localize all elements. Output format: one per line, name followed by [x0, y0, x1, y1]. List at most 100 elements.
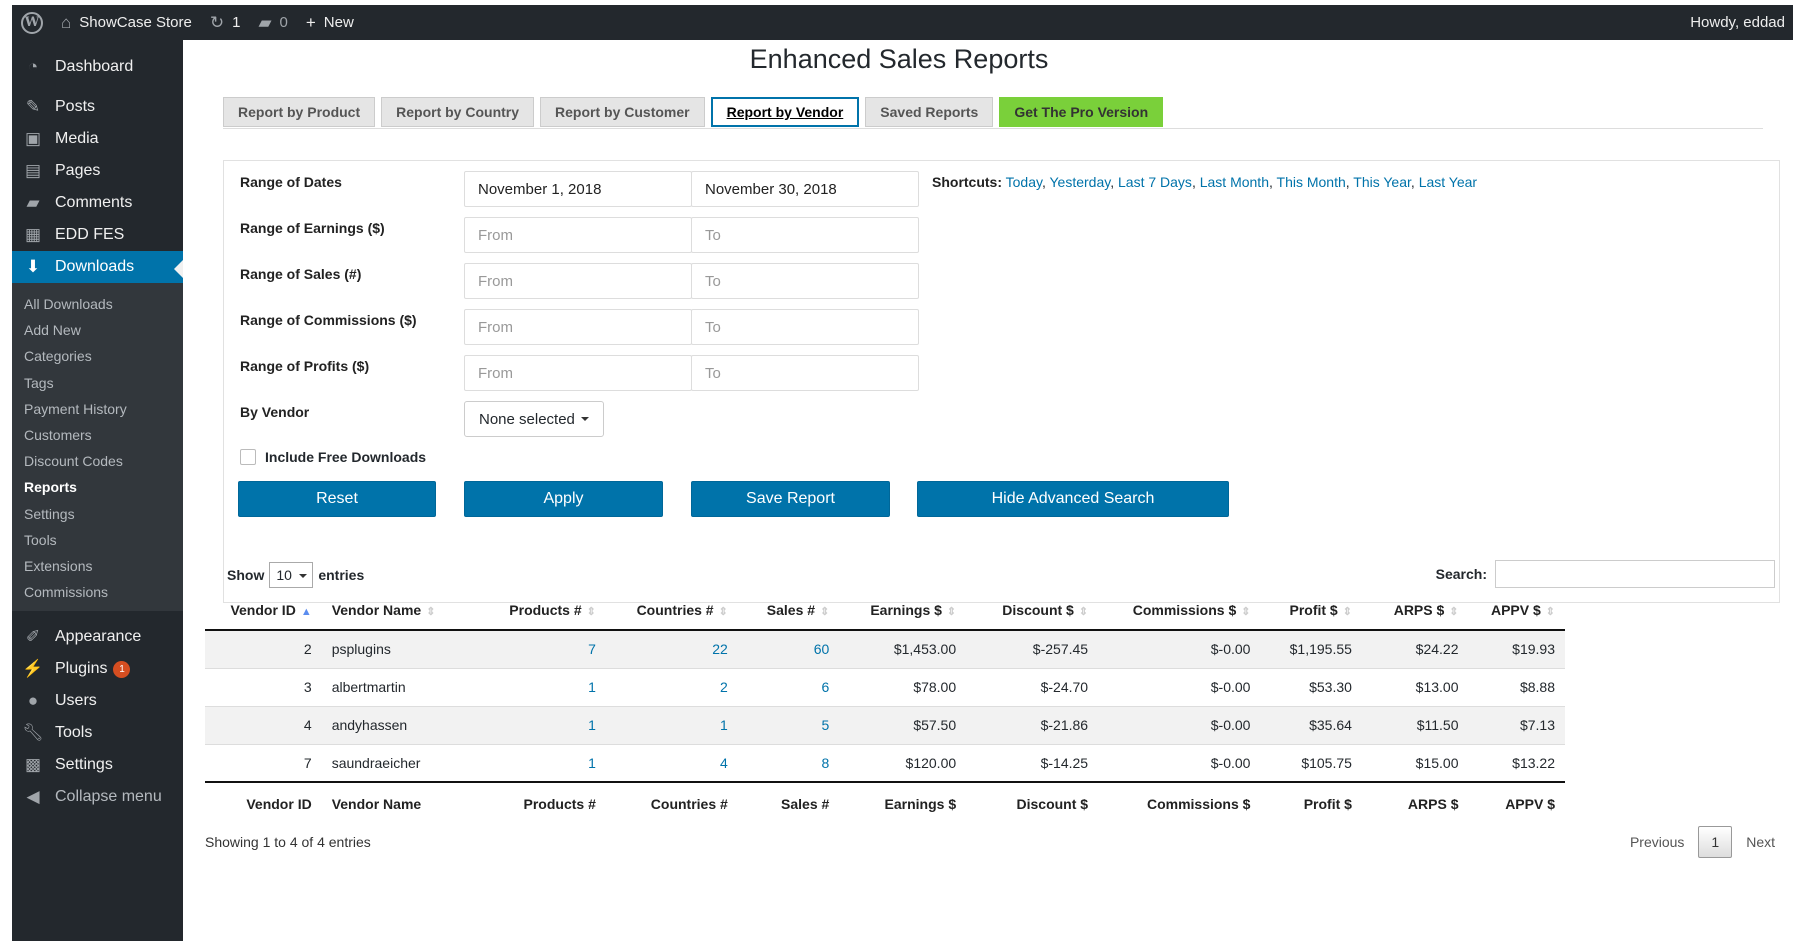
sidebar-item-users[interactable]: ● Users	[12, 685, 183, 717]
cell-countries-link[interactable]: 4	[605, 743, 738, 782]
col-commissions[interactable]: Commissions $ ⇕	[1098, 590, 1261, 631]
shortcut-last-7-days[interactable]: Last 7 Days	[1118, 174, 1192, 190]
cell-products-link[interactable]: 1	[484, 667, 606, 706]
previous-page-button[interactable]: Previous	[1616, 826, 1698, 858]
sidebar-item-settings[interactable]: ▩ Settings	[12, 749, 183, 781]
shortcut-last-month[interactable]: Last Month	[1200, 174, 1269, 190]
col-appv[interactable]: APPV $ ⇕	[1468, 590, 1565, 631]
cell-sales-link[interactable]: 5	[737, 705, 840, 744]
sales-from-input[interactable]: From	[464, 263, 692, 299]
sidebar-item-plugins[interactable]: ⚡ Plugins 1	[12, 653, 183, 685]
earnings-to-input[interactable]: To	[691, 217, 919, 253]
shortcut-yesterday[interactable]: Yesterday	[1050, 174, 1111, 190]
date-to-input[interactable]: November 30, 2018	[691, 171, 919, 207]
vendor-select[interactable]: None selected	[464, 401, 604, 437]
shortcut-today[interactable]: Today	[1006, 174, 1042, 190]
submenu-settings[interactable]: Settings	[12, 501, 183, 527]
site-name-link[interactable]: ⌂ ShowCase Store	[52, 5, 201, 40]
sales-to-input[interactable]: To	[691, 263, 919, 299]
include-free-downloads-checkbox[interactable]: Include Free Downloads	[240, 449, 426, 465]
pin-icon: ✎	[25, 97, 41, 116]
tab-report-by-vendor[interactable]: Report by Vendor	[710, 97, 860, 127]
col-label: Products #	[509, 601, 582, 618]
commissions-to-input[interactable]: To	[691, 309, 919, 345]
col-earnings[interactable]: Earnings $ ⇕	[839, 590, 967, 631]
updates-link[interactable]: ↻ 1	[201, 5, 250, 40]
profits-to-input[interactable]: To	[691, 355, 919, 391]
submenu-categories[interactable]: Categories	[12, 343, 183, 369]
sidebar-item-tools[interactable]: 🔧︎ Tools	[12, 717, 183, 749]
tab-report-by-country[interactable]: Report by Country	[381, 97, 535, 127]
submenu-tags[interactable]: Tags	[12, 370, 183, 396]
shortcut-this-month[interactable]: This Month	[1277, 174, 1346, 190]
col-discount[interactable]: Discount $ ⇕	[966, 590, 1099, 631]
shortcut-last-year[interactable]: Last Year	[1419, 174, 1477, 190]
dashboard-icon: ◔	[27, 57, 39, 76]
cell-sales-link[interactable]: 6	[737, 667, 840, 706]
col-vendor-name[interactable]: Vendor Name ⇕	[321, 590, 485, 631]
sidebar-item-pages[interactable]: ▤ Pages	[12, 155, 183, 187]
cell-products-link[interactable]: 1	[484, 705, 606, 744]
cell-sales-link[interactable]: 60	[737, 629, 840, 668]
date-from-input[interactable]: November 1, 2018	[464, 171, 692, 207]
sidebar-item-appearance[interactable]: ✐ Appearance	[12, 621, 183, 653]
sidebar-item-posts[interactable]: ✎ Posts	[12, 91, 183, 123]
submenu-customers[interactable]: Customers	[12, 422, 183, 448]
cell-countries-link[interactable]: 22	[605, 629, 738, 668]
search-input[interactable]	[1495, 560, 1775, 588]
submenu-tools[interactable]: Tools	[12, 527, 183, 553]
hide-advanced-search-button[interactable]: Hide Advanced Search	[917, 481, 1229, 517]
cell-countries-link[interactable]: 1	[605, 705, 738, 744]
new-content-link[interactable]: + New	[297, 5, 363, 40]
cell-commissions: $-0.00	[1098, 629, 1261, 668]
submenu-add-new[interactable]: Add New	[12, 317, 183, 343]
page-1-button[interactable]: 1	[1698, 826, 1733, 858]
tab-saved-reports[interactable]: Saved Reports	[865, 97, 994, 127]
comments-link[interactable]: ▰ 0	[249, 5, 296, 40]
wordpress-logo-button[interactable]: W	[12, 5, 52, 40]
submenu-payment-history[interactable]: Payment History	[12, 396, 183, 422]
profits-from-input[interactable]: From	[464, 355, 692, 391]
sidebar-item-media[interactable]: ▣ Media	[12, 123, 183, 155]
submenu-all-downloads[interactable]: All Downloads	[12, 291, 183, 317]
tab-report-by-customer[interactable]: Report by Customer	[540, 97, 705, 127]
collapse-menu-button[interactable]: ◀ Collapse menu	[12, 781, 183, 813]
apply-button[interactable]: Apply	[464, 481, 663, 517]
col-countries[interactable]: Countries # ⇕	[605, 590, 738, 631]
sidebar-item-downloads[interactable]: ⬇ Downloads	[12, 251, 183, 283]
save-report-button[interactable]: Save Report	[691, 481, 890, 517]
sidebar-item-label: Settings	[55, 756, 113, 774]
col-sales[interactable]: Sales # ⇕	[737, 590, 840, 631]
sidebar-item-edd-fes[interactable]: ▦ EDD FES	[12, 219, 183, 251]
next-page-button[interactable]: Next	[1732, 826, 1789, 858]
checkbox-box[interactable]	[240, 449, 256, 465]
cell-discount: $-24.70	[966, 667, 1099, 706]
reset-button[interactable]: Reset	[238, 481, 436, 517]
col-arps[interactable]: ARPS $ ⇕	[1361, 590, 1469, 631]
submenu-commissions[interactable]: Commissions	[12, 579, 183, 605]
submenu-discount-codes[interactable]: Discount Codes	[12, 448, 183, 474]
tab-get-pro-version[interactable]: Get The Pro Version	[999, 97, 1164, 127]
account-menu[interactable]: Howdy, eddad	[1681, 5, 1793, 40]
sidebar-item-comments[interactable]: ▰ Comments	[12, 187, 183, 219]
cell-commissions: $-0.00	[1098, 667, 1261, 706]
admin-sidebar: ◔ Dashboard ✎ Posts ▣ Media ▤ Pages ▰ Comment…	[12, 40, 183, 941]
col-profit[interactable]: Profit $ ⇕	[1260, 590, 1362, 631]
col-products[interactable]: Products # ⇕	[484, 590, 606, 631]
commissions-from-input[interactable]: From	[464, 309, 692, 345]
cell-products-link[interactable]: 1	[484, 743, 606, 782]
col-vendor-id[interactable]: Vendor ID ▲	[205, 590, 322, 631]
tab-report-by-product[interactable]: Report by Product	[223, 97, 376, 127]
cell-countries-link[interactable]: 2	[605, 667, 738, 706]
cell-discount: $-257.45	[966, 629, 1099, 668]
footer-countries: Countries #	[605, 781, 738, 824]
earnings-from-input[interactable]: From	[464, 217, 692, 253]
range-of-dates-label: Range of Dates	[240, 174, 342, 190]
cell-products-link[interactable]: 7	[484, 629, 606, 668]
submenu-reports[interactable]: Reports	[12, 474, 183, 500]
shortcut-this-year[interactable]: This Year	[1353, 174, 1411, 190]
entries-select[interactable]: 10	[269, 562, 314, 588]
submenu-extensions[interactable]: Extensions	[12, 553, 183, 579]
cell-sales-link[interactable]: 8	[737, 743, 840, 782]
sidebar-item-dashboard[interactable]: ◔ Dashboard	[12, 49, 183, 85]
